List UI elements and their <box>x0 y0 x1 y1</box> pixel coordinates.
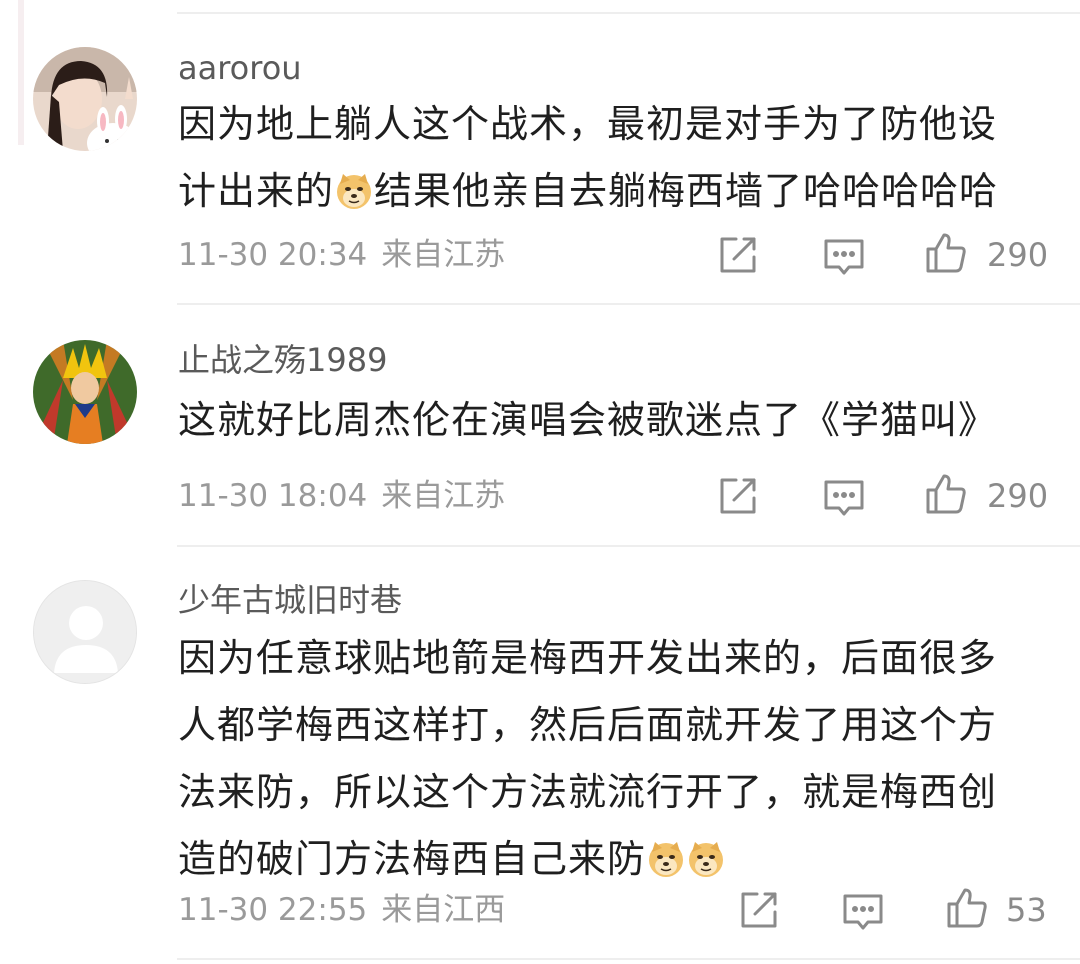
comment-username[interactable]: 止战之殇1989 <box>178 340 387 380</box>
share-icon[interactable] <box>737 888 781 932</box>
comment-text-line: 人都学梅西这样打，然后后面就开发了用这个方 <box>178 703 998 747</box>
comment-icon[interactable] <box>841 890 885 934</box>
comment-text-line: 造的破门方法梅西自己来防 <box>178 826 1048 893</box>
comment-location: 来自江苏 <box>381 478 506 514</box>
like-count: 53 <box>1006 891 1047 929</box>
comment-text-span: 计出来的 <box>178 169 335 213</box>
comment-text-span: 造的破门方法梅西自己来防 <box>178 837 647 881</box>
thumbs-up-icon[interactable] <box>924 472 968 516</box>
comment-text: 因为地上躺人这个战术，最初是对手为了防他设 计出来的 结果他亲自去躺梅西墙了哈哈哈… <box>178 91 1048 225</box>
comment-username[interactable]: aarorou <box>178 48 302 88</box>
comment-meta: 11-30 20:34 来自江苏 <box>178 235 505 275</box>
comment-meta: 11-30 18:04 来自江苏 <box>178 476 505 516</box>
comment-time: 11-30 20:34 <box>178 237 368 273</box>
comment-location: 来自江西 <box>381 892 506 928</box>
comment-time: 11-30 22:55 <box>178 892 368 928</box>
comment-text-line: 计出来的 结果他亲自去躺梅西墙了哈哈哈哈哈 <box>178 158 1048 225</box>
doge-emoji-icon <box>647 832 685 877</box>
avatar[interactable] <box>33 580 137 684</box>
share-icon[interactable] <box>716 474 760 518</box>
avatar[interactable] <box>33 340 137 444</box>
comment-divider <box>177 958 1080 960</box>
comment-text-line: 因为任意球贴地箭是梅西开发出来的，后面很多 <box>178 636 998 680</box>
comment-time: 11-30 18:04 <box>178 478 368 514</box>
comment-username[interactable]: 少年古城旧时巷 <box>178 580 402 620</box>
avatar[interactable] <box>33 47 137 151</box>
doge-emoji-icon <box>687 832 725 877</box>
comment-divider <box>177 303 1080 305</box>
comment-location: 来自江苏 <box>381 237 506 273</box>
like-count: 290 <box>987 236 1049 274</box>
thumbs-up-icon[interactable] <box>945 886 989 930</box>
share-icon[interactable] <box>716 233 760 277</box>
comment-text-line: 因为地上躺人这个战术，最初是对手为了防他设 <box>178 102 998 146</box>
comment-text: 这就好比周杰伦在演唱会被歌迷点了《学猫叫》 <box>178 387 1048 454</box>
like-count: 290 <box>987 477 1049 515</box>
comment-text: 因为任意球贴地箭是梅西开发出来的，后面很多 人都学梅西这样打，然后后面就开发了用… <box>178 625 1048 893</box>
doge-emoji-icon <box>335 164 373 209</box>
comment-text-line: 这就好比周杰伦在演唱会被歌迷点了《学猫叫》 <box>178 398 998 442</box>
thumbs-up-icon[interactable] <box>924 231 968 275</box>
left-accent-bar <box>18 0 24 145</box>
comment-icon[interactable] <box>822 235 866 279</box>
top-divider <box>177 12 1080 14</box>
comment-icon[interactable] <box>822 476 866 520</box>
comment-text-line: 法来防，所以这个方法就流行开了，就是梅西创 <box>178 770 998 814</box>
comment-meta: 11-30 22:55 来自江西 <box>178 890 505 930</box>
comment-divider <box>177 545 1080 547</box>
comment-text-span: 结果他亲自去躺梅西墙了哈哈哈哈哈 <box>374 169 999 213</box>
